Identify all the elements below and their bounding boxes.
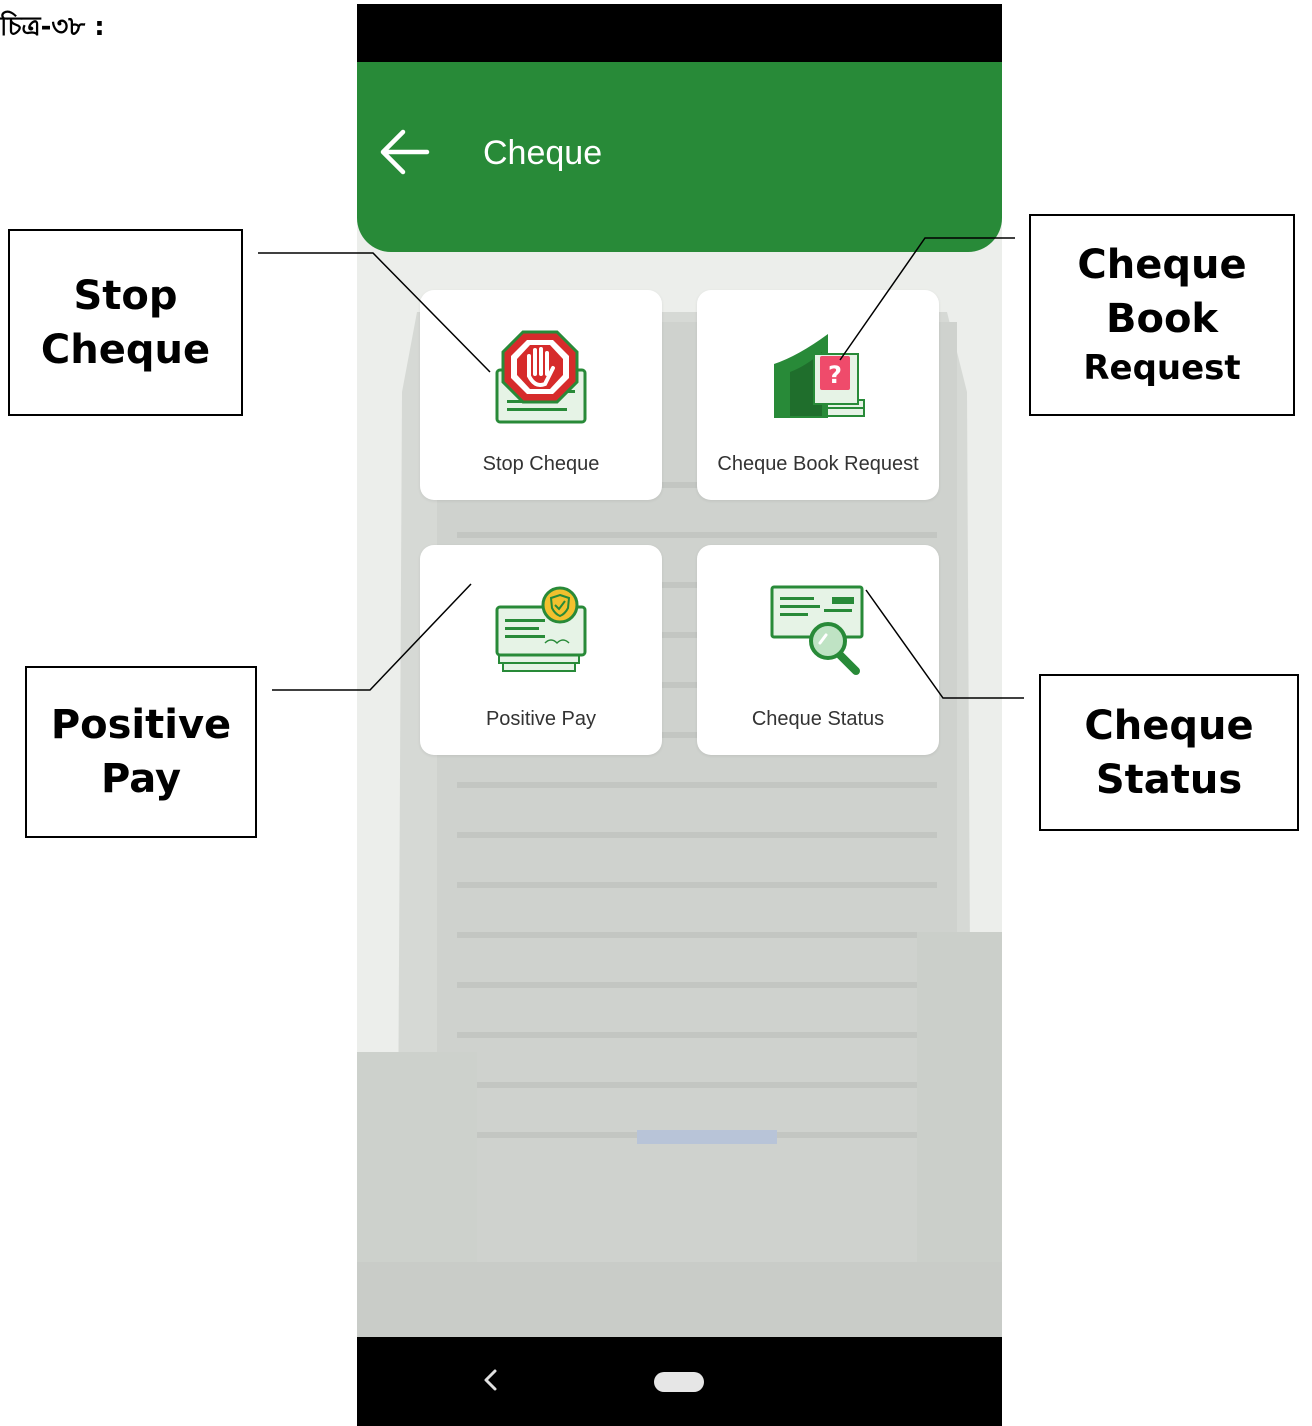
callout-line: Status — [1095, 756, 1243, 803]
callout-line: Pay — [100, 756, 182, 802]
callout-line: Stop — [73, 272, 178, 319]
callout-line: Cheque — [1084, 702, 1254, 749]
phone-frame: Cheque Stop Cheque ? Cheque Book Request… — [357, 4, 1002, 1426]
callout-line: Book — [1105, 296, 1219, 343]
chevron-left-icon[interactable] — [479, 1365, 501, 1395]
tile-label: Cheque Status — [751, 708, 885, 730]
tile-label: Cheque Book Request — [717, 453, 919, 475]
cheque-book-request-tile[interactable]: ? Cheque Book Request — [697, 290, 939, 500]
positive-pay-tile[interactable]: Positive Pay — [420, 545, 662, 755]
callout-positive-pay: Positive Pay — [25, 666, 257, 838]
stop-hand-cheque-icon — [495, 330, 587, 424]
cheque-book-question-icon: ? — [774, 334, 865, 418]
back-button[interactable] — [377, 122, 433, 182]
callout-line: Cheque — [40, 326, 211, 373]
system-nav-bar — [357, 1337, 1002, 1426]
tile-label: Stop Cheque — [482, 453, 600, 475]
callout-line: Positive — [50, 702, 232, 748]
cheque-status-tile[interactable]: Cheque Status — [697, 545, 939, 755]
callout-cheque-book-request: Cheque Book Request — [1029, 214, 1295, 416]
stop-cheque-tile[interactable]: Stop Cheque — [420, 290, 662, 500]
app-bar: Cheque — [357, 62, 1002, 252]
cheque-shield-icon — [495, 586, 587, 672]
cheque-magnifier-icon — [770, 585, 864, 675]
home-pill-icon[interactable] — [654, 1372, 704, 1392]
figure-caption: চিত্র-৩৮ : — [0, 12, 105, 42]
page-title: Cheque — [483, 134, 603, 172]
app-screen: Cheque Stop Cheque ? Cheque Book Request… — [357, 62, 1002, 1337]
tile-label: Positive Pay — [485, 708, 597, 730]
callout-stop-cheque: Stop Cheque — [8, 229, 243, 416]
callout-line: Cheque — [1077, 242, 1247, 289]
callout-cheque-status: Cheque Status — [1039, 674, 1299, 831]
arrow-left-icon — [380, 129, 430, 175]
callout-line: Request — [1083, 348, 1241, 389]
svg-text:?: ? — [828, 361, 842, 389]
